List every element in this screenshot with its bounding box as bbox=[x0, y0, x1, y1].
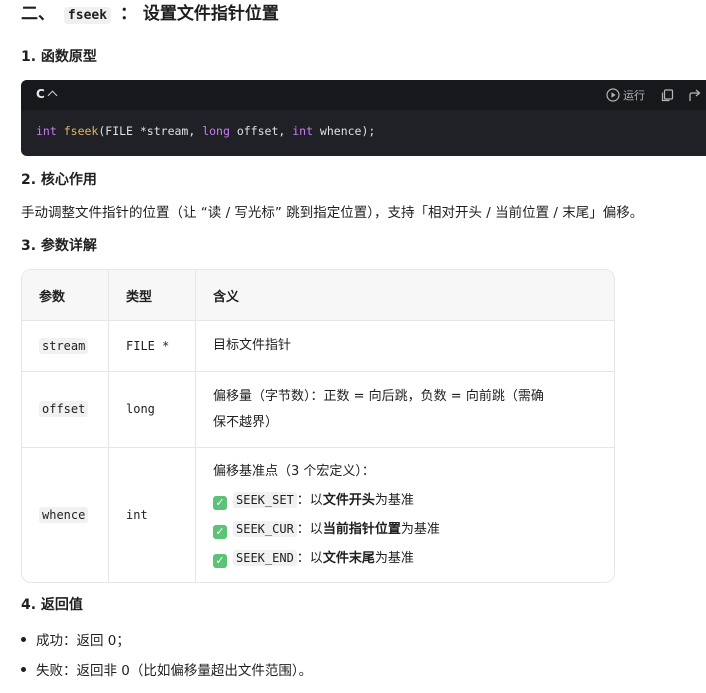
macro-tail: 为基准 bbox=[374, 550, 414, 566]
table-row: offset long 偏移量（字节数）：正数 = 向后跳，负数 = 向前跳（需… bbox=[22, 371, 614, 448]
macro-sep: ：以 bbox=[296, 492, 323, 508]
table-row: whence int 偏移基准点（3 个宏定义）： ✓ SEEK_SET ：以文件开… bbox=[22, 447, 614, 583]
macro-sep: ：以 bbox=[296, 521, 323, 537]
language-label: C bbox=[36, 87, 45, 101]
param-name: stream bbox=[39, 337, 89, 354]
code-header: C 运行 bbox=[21, 80, 706, 110]
macro-sep: ：以 bbox=[296, 550, 323, 566]
heading-prototype: 1. 函数原型 bbox=[21, 49, 97, 65]
table-row: stream FILE * 目标文件指针 bbox=[22, 320, 614, 372]
check-icon: ✓ bbox=[213, 553, 227, 568]
section-prefix: 二、 bbox=[21, 4, 55, 24]
heading-params: 3. 参数详解 bbox=[21, 238, 97, 254]
macro-bold: 文件末尾 bbox=[322, 550, 375, 566]
type-cell: int bbox=[108, 447, 196, 582]
macro-code: SEEK_END bbox=[233, 549, 297, 566]
type-cell: long bbox=[108, 371, 196, 448]
code-block: C 运行 int fseek(FILE *stream, long offset… bbox=[21, 80, 706, 156]
desc-cell: 目标文件指针 bbox=[195, 320, 614, 372]
code-token: int bbox=[292, 124, 313, 138]
param-name: offset bbox=[39, 401, 89, 417]
redo-icon[interactable] bbox=[688, 89, 702, 102]
table-header: 类型 bbox=[108, 270, 196, 321]
code-token: whence); bbox=[313, 124, 376, 138]
macro-item: ✓ SEEK_SET ：以文件开头为基准 bbox=[213, 486, 604, 515]
desc-line: 保不越界） bbox=[213, 414, 279, 430]
copy-icon[interactable] bbox=[661, 88, 674, 102]
macro-tail: 为基准 bbox=[400, 521, 440, 537]
purpose-text: 手动调整文件指针的位置（让 “读 / 写光标” 跳到指定位置），支持「相对开头 … bbox=[21, 205, 644, 221]
param-type: FILE * bbox=[126, 338, 170, 353]
code-token: (FILE *stream, bbox=[98, 124, 203, 138]
chevron-up-icon bbox=[47, 90, 58, 101]
param-type: long bbox=[126, 402, 155, 416]
run-button[interactable]: 运行 bbox=[606, 87, 645, 103]
table-header-row: 参数 类型 含义 bbox=[22, 270, 614, 321]
param-type: int bbox=[126, 507, 148, 522]
heading-returns: 4. 返回值 bbox=[21, 597, 83, 613]
section-code: fseek bbox=[63, 7, 112, 24]
code-token: offset, bbox=[229, 124, 293, 138]
section-title: 二、 fseek ： 设置文件指针位置 bbox=[21, 2, 279, 28]
code-token: long bbox=[202, 124, 230, 138]
run-label: 运行 bbox=[623, 89, 645, 102]
list-item: 成功：返回 0； bbox=[21, 629, 130, 649]
section-suffix: ： 设置文件指针位置 bbox=[119, 4, 279, 24]
desc-cell: 偏移量（字节数）：正数 = 向后跳，负数 = 向前跳（需确 保不越界） bbox=[195, 371, 614, 448]
code-token: fseek bbox=[63, 124, 99, 138]
param-table: 参数 类型 含义 stream FILE * 目标文件指针 offset lon… bbox=[21, 269, 615, 583]
bullet-dot bbox=[21, 637, 26, 642]
macro-bold: 当前指针位置 bbox=[322, 521, 401, 537]
macro-bold: 文件开头 bbox=[322, 492, 375, 508]
check-icon: ✓ bbox=[213, 524, 227, 539]
table-header: 参数 bbox=[22, 270, 109, 321]
type-cell: FILE * bbox=[108, 320, 196, 372]
code-tools: 运行 bbox=[606, 86, 702, 104]
heading-purpose: 2. 核心作用 bbox=[21, 172, 97, 188]
check-icon: ✓ bbox=[213, 495, 227, 510]
table-header: 含义 bbox=[195, 270, 614, 321]
code-token: int bbox=[36, 124, 57, 138]
param-name: whence bbox=[39, 506, 89, 523]
desc-title: 偏移基准点（3 个宏定义）： bbox=[213, 463, 375, 479]
desc-cell: 偏移基准点（3 个宏定义）： ✓ SEEK_SET ：以文件开头为基准 ✓ SEEK_… bbox=[195, 447, 614, 582]
run-icon bbox=[606, 88, 620, 102]
code-line: int fseek(FILE *stream, long offset, int… bbox=[36, 124, 375, 138]
language-toggle[interactable]: C bbox=[36, 87, 58, 101]
macro-code: SEEK_SET bbox=[233, 491, 297, 508]
list-item: 失败：返回非 0（比如偏移量超出文件范围）。 bbox=[21, 659, 312, 679]
param-cell: offset bbox=[22, 371, 109, 448]
list-item-text: 失败：返回非 0（比如偏移量超出文件范围）。 bbox=[36, 663, 313, 679]
param-cell: stream bbox=[22, 320, 109, 372]
bullet-dot bbox=[21, 667, 26, 672]
desc-line: 偏移量（字节数）：正数 = 向后跳，负数 = 向前跳（需确 bbox=[213, 388, 544, 404]
macro-code: SEEK_CUR bbox=[233, 520, 297, 537]
macro-item: ✓ SEEK_END ：以文件末尾为基准 bbox=[213, 544, 604, 573]
list-item-text: 成功：返回 0； bbox=[36, 633, 130, 649]
param-cell: whence bbox=[22, 448, 109, 583]
macro-item: ✓ SEEK_CUR ：以当前指针位置为基准 bbox=[213, 515, 604, 544]
macro-tail: 为基准 bbox=[374, 492, 414, 508]
